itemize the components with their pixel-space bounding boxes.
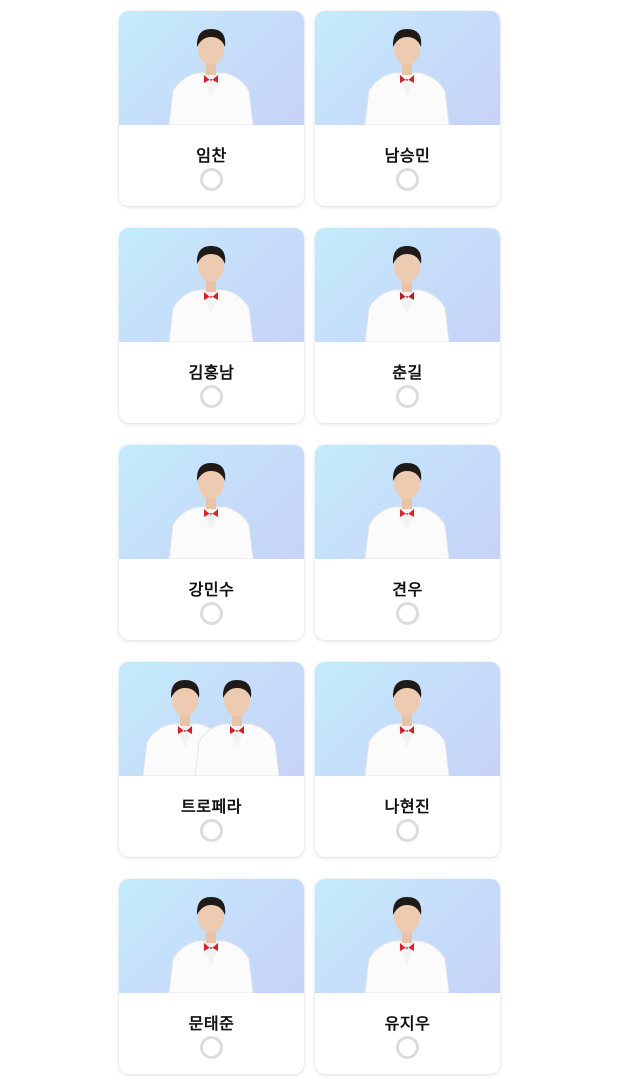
candidate-photo (315, 445, 500, 559)
select-radio[interactable] (396, 385, 419, 408)
candidate-card[interactable]: 문태준 (119, 879, 304, 1074)
candidate-card[interactable]: 견우 (315, 445, 500, 640)
candidate-name: 남승민 (384, 146, 431, 165)
candidate-photo (119, 11, 304, 125)
candidate-name: 강민수 (188, 580, 235, 599)
candidate-card[interactable]: 나현진 (315, 662, 500, 857)
candidate-name: 임찬 (196, 146, 227, 165)
select-radio[interactable] (396, 1036, 419, 1059)
candidate-name: 김홍남 (188, 363, 235, 382)
select-radio[interactable] (200, 168, 223, 191)
select-radio[interactable] (200, 819, 223, 842)
select-radio[interactable] (396, 602, 419, 625)
candidate-card[interactable]: 춘길 (315, 228, 500, 423)
candidate-card[interactable]: 강민수 (119, 445, 304, 640)
candidate-name: 유지우 (384, 1014, 431, 1033)
select-radio[interactable] (396, 819, 419, 842)
candidate-card[interactable]: 김홍남 (119, 228, 304, 423)
candidate-name: 문태준 (188, 1014, 235, 1033)
candidate-name: 트로페라 (181, 797, 242, 816)
candidate-card[interactable]: 트로페라 (119, 662, 304, 857)
candidate-photo (315, 879, 500, 993)
candidate-photo (119, 445, 304, 559)
select-radio[interactable] (396, 168, 419, 191)
candidate-name: 나현진 (384, 797, 431, 816)
candidate-photo (315, 228, 500, 342)
select-radio[interactable] (200, 385, 223, 408)
candidate-grid: 임찬 남승민 김홍남 춘길 강민수 견우 트로페라 나현진 문태준 유지우 (119, 11, 500, 1074)
candidate-photo (315, 662, 500, 776)
candidate-photo (119, 879, 304, 993)
candidate-photo (119, 228, 304, 342)
candidate-card[interactable]: 남승민 (315, 11, 500, 206)
candidate-photo (315, 11, 500, 125)
candidate-name: 춘길 (392, 363, 423, 382)
select-radio[interactable] (200, 1036, 223, 1059)
select-radio[interactable] (200, 602, 223, 625)
candidate-card[interactable]: 임찬 (119, 11, 304, 206)
candidate-photo (119, 662, 304, 776)
candidate-card[interactable]: 유지우 (315, 879, 500, 1074)
candidate-name: 견우 (392, 580, 423, 599)
